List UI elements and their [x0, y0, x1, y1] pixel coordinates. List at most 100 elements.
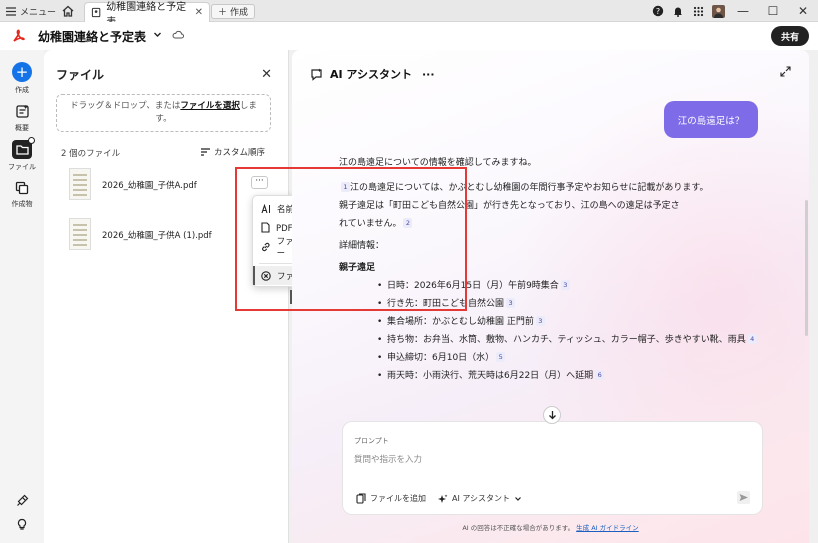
share-button[interactable]: 共有 [771, 26, 809, 46]
ai-chat-icon [311, 68, 322, 81]
disclaimer-text: AI の回答は不正確な場合があります。 [462, 524, 575, 532]
pdf-thumbnail [69, 218, 91, 250]
dropzone-text-end: しま [239, 101, 257, 111]
list-item: 日時：2026年6月15日（月）午前9時集合3 [377, 277, 769, 295]
home-button[interactable] [60, 3, 76, 19]
prompt-box[interactable]: プロンプト 質問や指示を入力 ファイルを追加 AI アシスタント [342, 421, 763, 515]
help-button[interactable]: ? [650, 0, 666, 22]
delete-icon [261, 270, 271, 281]
pdf-icon [261, 222, 270, 233]
menu-label: メニュー [20, 7, 57, 18]
close-file-panel-icon[interactable]: ✕ [261, 67, 272, 82]
file-dropzone[interactable]: ドラッグ＆ドロップ、またはファイルを選択しま す。 [56, 94, 271, 132]
chevron-down-icon [515, 496, 521, 501]
close-window-button[interactable]: ✕ [788, 0, 818, 22]
menu-button[interactable]: メニュー [6, 3, 56, 19]
file-more-options-button[interactable]: ··· [251, 176, 268, 189]
plus-icon: ＋ [218, 8, 228, 18]
document-tab-icon [91, 7, 101, 18]
rail-item-summary-label: 概要 [15, 124, 29, 132]
sort-label: カスタム順序 [213, 148, 265, 158]
document-title[interactable]: 幼稚園連絡と予定表 [38, 28, 146, 45]
avatar-icon [711, 4, 725, 18]
rail-item-create-label: 作成 [15, 86, 29, 94]
rail-item-files[interactable]: ファイル [0, 137, 44, 172]
sort-button[interactable]: カスタム順序 [200, 146, 265, 158]
document-tab[interactable]: 幼稚園連絡と予定表 ✕ [84, 2, 210, 28]
genai-guidelines-link[interactable]: 生成 AI ガイドライン [576, 524, 639, 532]
prompt-input[interactable]: 質問や指示を入力 [354, 453, 422, 465]
file-panel: ファイル ✕ ドラッグ＆ドロップ、またはファイルを選択しま す。 2 個のファイ… [44, 50, 289, 543]
list-item: 申込締切：6月10日（水）5 [377, 349, 769, 367]
apps-button[interactable] [690, 0, 706, 22]
ai-panel-scrollbar[interactable] [805, 200, 808, 336]
bell-icon [674, 7, 682, 17]
hamburger-icon [6, 6, 16, 16]
file-name: 2026_幼稚園_子供A (1).pdf [102, 231, 212, 241]
answer-section-heading: 親子遠足 [339, 263, 376, 273]
pin-icon [16, 494, 28, 506]
summary-icon [15, 105, 29, 118]
file-name: 2026_幼稚園_子供A.pdf [102, 181, 197, 191]
left-rail: + 作成 概要 ファイル 作成物 [0, 50, 44, 543]
citation-ref[interactable]: 6 [595, 370, 605, 380]
citation-ref[interactable]: 3 [560, 280, 570, 290]
maximize-icon: ☐ [767, 4, 779, 18]
select-file-link[interactable]: ファイルを選択 [180, 101, 240, 111]
file-item[interactable]: 2026_幼稚園_子供A.pdf [61, 168, 261, 204]
add-file-button[interactable]: ファイルを追加 [356, 491, 426, 506]
user-message-bubble: 江の島遠足は？ [664, 101, 758, 138]
dropzone-text: ドラッグ＆ドロップ、または [70, 101, 181, 111]
notifications-button[interactable] [670, 0, 686, 22]
citation-ref[interactable]: 2 [403, 218, 413, 228]
minimize-button[interactable]: — [728, 0, 758, 22]
ai-assistant-title: AI アシスタント [330, 68, 412, 81]
artifacts-icon [15, 181, 29, 195]
maximize-button[interactable]: ☐ [758, 0, 788, 22]
close-tab-icon[interactable]: ✕ [195, 7, 203, 18]
answer-paragraph: 親子遠足は「町田こども自然公園」が行き先となっており、江の島への遠足は予定さ [339, 201, 680, 211]
scroll-to-bottom-button[interactable] [543, 406, 561, 424]
list-item: 雨天時：小雨決行、荒天時は6月22日（月）へ延期6 [377, 367, 769, 385]
ai-assistant-header: AI アシスタント ··· [310, 66, 435, 82]
file-panel-title: ファイル [56, 68, 105, 82]
answer-paragraph-cont: れていません。 [339, 219, 402, 229]
rail-item-tips[interactable] [0, 518, 44, 531]
folder-icon [12, 137, 35, 159]
new-tab-button[interactable]: ＋ 作成 [211, 4, 256, 19]
svg-text:?: ? [656, 7, 660, 16]
rail-item-summary[interactable]: 概要 [0, 104, 44, 133]
chevron-down-icon[interactable] [153, 30, 162, 39]
citation-ref[interactable]: 1 [341, 182, 350, 192]
assistant-answer: 江の島遠足についての情報を確認してみますね。 1 江の島遠足については、かぶとむし… [339, 154, 769, 385]
expand-icon[interactable] [780, 66, 791, 77]
file-count: 2 個のファイル [61, 149, 121, 159]
citation-ref[interactable]: 4 [747, 334, 757, 344]
answer-bullet-list: 日時：2026年6月15日（月）午前9時集合3 行き先：町田こども自然公園3 集… [339, 277, 769, 385]
window-titlebar: メニュー 幼稚園連絡と予定表 ✕ ＋ 作成 ? — ☐ ✕ [0, 0, 818, 28]
arrow-down-icon [548, 411, 556, 420]
rail-item-artifacts[interactable]: 作成物 [0, 181, 44, 209]
close-icon: ✕ [797, 4, 809, 18]
assistant-mode-dropdown[interactable]: AI アシスタント [438, 491, 522, 506]
rail-item-tool[interactable] [0, 494, 44, 507]
ai-more-options-button[interactable]: ··· [422, 68, 435, 81]
list-item: 集合場所：かぶとむし幼稚園 正門前3 [377, 313, 769, 331]
rail-item-artifacts-label: 作成物 [11, 200, 33, 208]
sort-icon [200, 148, 210, 156]
help-icon: ? [652, 5, 664, 17]
file-item[interactable]: 2026_幼稚園_子供A (1).pdf [61, 218, 261, 254]
citation-ref[interactable]: 3 [535, 316, 545, 326]
cloud-icon [172, 30, 184, 39]
citation-ref[interactable]: 3 [506, 298, 516, 308]
user-avatar[interactable] [710, 0, 726, 22]
list-item: 持ち物：お弁当、水筒、敷物、ハンカチ、ティッシュ、カラー帽子、歩きやすい靴、雨具… [377, 331, 769, 349]
rail-item-files-label: ファイル [8, 163, 36, 171]
send-icon[interactable] [737, 491, 750, 504]
add-file-label: ファイルを追加 [370, 494, 426, 503]
rail-item-create[interactable]: + 作成 [0, 62, 44, 95]
citation-ref[interactable]: 5 [496, 352, 506, 362]
list-item: 行き先：町田こども自然公園3 [377, 295, 769, 313]
lightbulb-icon [17, 518, 27, 530]
prompt-label: プロンプト [354, 437, 389, 445]
